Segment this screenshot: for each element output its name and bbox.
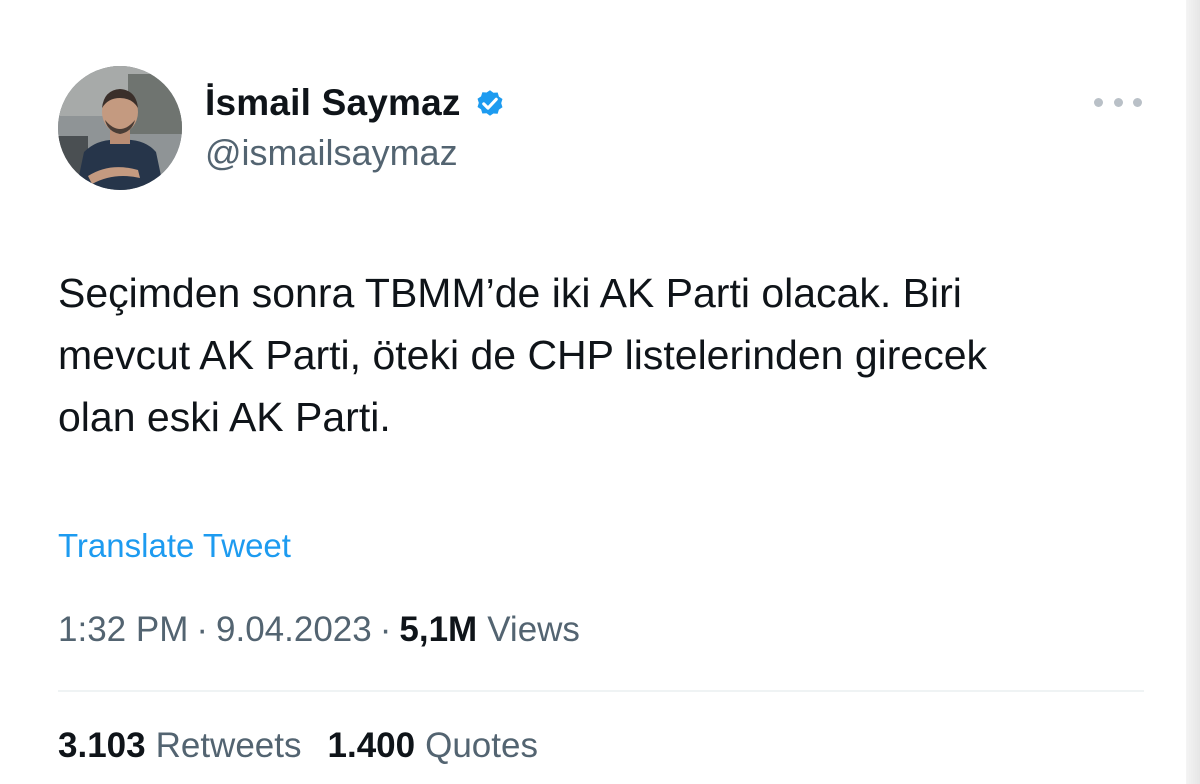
verified-badge-icon (473, 86, 507, 120)
translate-tweet-link[interactable]: Translate Tweet (58, 527, 291, 565)
views-count: 5,1M (399, 610, 478, 649)
author-handle[interactable]: @ismailsaymaz (205, 132, 458, 174)
quotes-count: 1.400 (327, 726, 416, 765)
meta-separator: · (196, 610, 209, 649)
avatar[interactable] (58, 66, 182, 190)
tweet-view: İsmail Saymaz @ismailsaymaz Seçimden son… (0, 0, 1200, 784)
tweet-text-line: olan eski AK Parti. (58, 394, 391, 440)
more-dot (1113, 97, 1123, 107)
quotes-label: Quotes (425, 726, 538, 765)
tweet-text: Seçimden sonra TBMM’de iki AK Parti olac… (58, 262, 1158, 448)
engagement-stats: 3.103 Retweets 1.400 Quotes (58, 726, 538, 766)
author-display-name[interactable]: İsmail Saymaz (205, 82, 461, 124)
tweet-text-line: mevcut AK Parti, öteki de CHP listelerin… (58, 332, 988, 378)
divider (58, 690, 1144, 692)
quotes-stat[interactable]: 1.400 Quotes (328, 726, 538, 766)
profile-photo (58, 66, 182, 190)
tweet-date[interactable]: 9.04.2023 (216, 610, 372, 650)
window-edge (1186, 0, 1200, 784)
retweets-count: 3.103 (58, 726, 146, 765)
tweet-text-line: Seçimden sonra TBMM’de iki AK Parti olac… (58, 270, 962, 316)
tweet-time[interactable]: 1:32 PM (58, 610, 188, 650)
more-dot (1133, 97, 1142, 107)
tweet-meta: 1:32 PM · 9.04.2023 · 5,1M Views (58, 610, 580, 650)
more-options-icon[interactable] (1094, 90, 1142, 114)
views-label: Views (487, 610, 580, 649)
author-name-row: İsmail Saymaz (205, 78, 507, 128)
more-dot (1094, 97, 1103, 107)
retweets-stat[interactable]: 3.103 Retweets (58, 726, 302, 766)
retweets-label: Retweets (155, 726, 302, 765)
meta-separator: · (379, 610, 392, 649)
